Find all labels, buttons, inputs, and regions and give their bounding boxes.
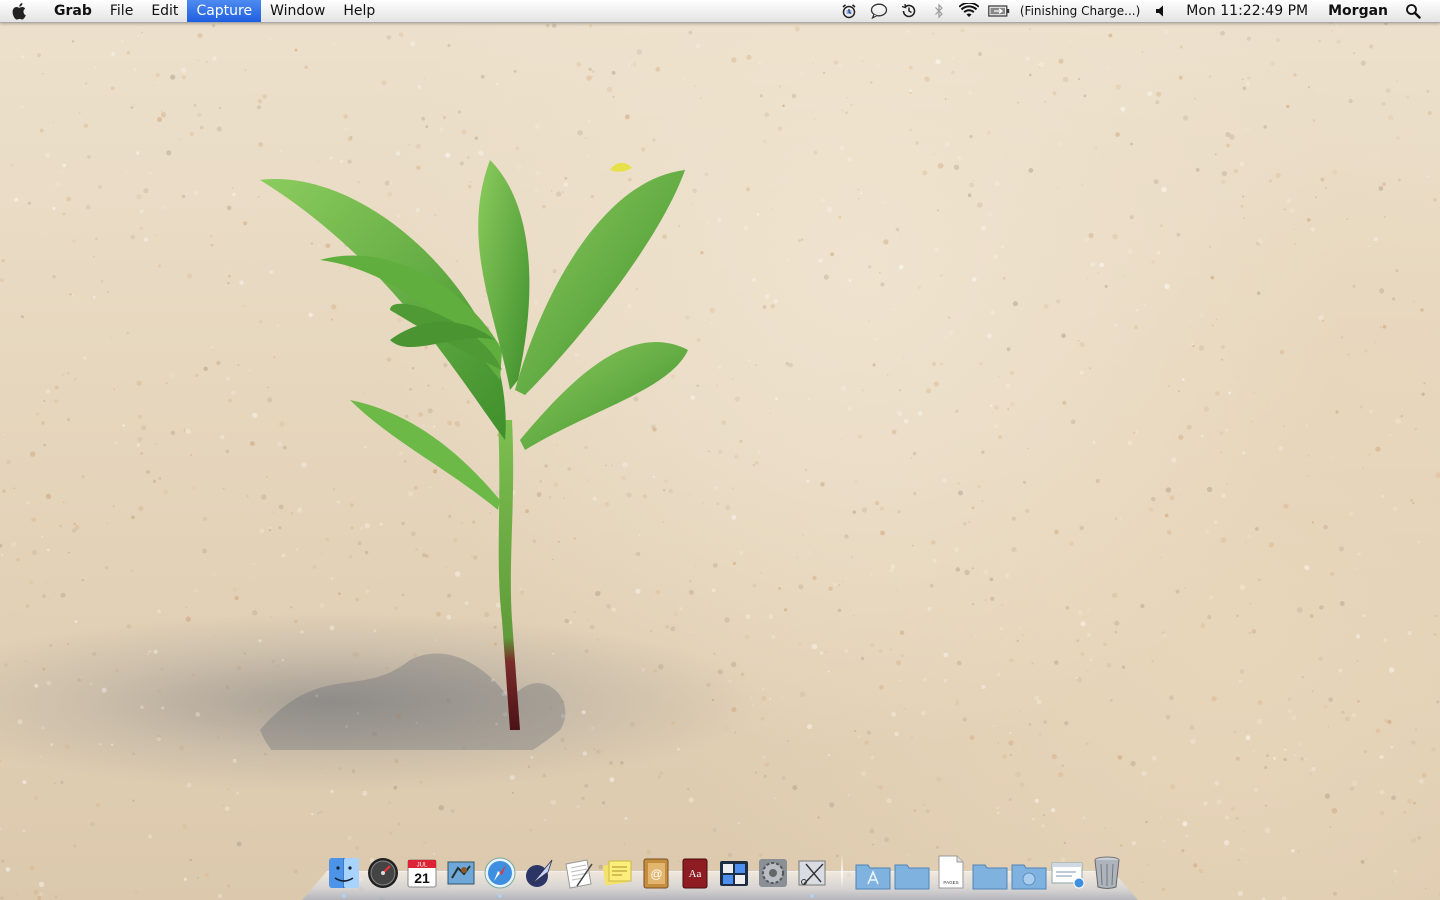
- user-account-menu[interactable]: Morgan: [1318, 3, 1398, 19]
- dock-spaces[interactable]: [716, 850, 752, 890]
- menubar-clock[interactable]: Mon 11:22:49 PM: [1176, 3, 1318, 19]
- volume-icon[interactable]: [1150, 0, 1172, 22]
- spotlight-icon[interactable]: [1402, 0, 1424, 22]
- spaces-icon: [719, 861, 748, 886]
- dock-stickies[interactable]: [599, 850, 635, 890]
- dock-finder[interactable]: [326, 850, 362, 898]
- pages-document-label: PAGES: [943, 880, 958, 885]
- calendar-icon: JUL21: [407, 859, 436, 888]
- dock-network-window[interactable]: [1050, 850, 1086, 890]
- system-preferences-icon: [758, 859, 787, 887]
- menu-app-grab[interactable]: Grab: [40, 0, 101, 22]
- network-window-icon: [1051, 862, 1084, 889]
- menu-file[interactable]: File: [101, 0, 142, 22]
- menu-window[interactable]: Window: [261, 0, 334, 22]
- folder-icon: [972, 864, 1007, 890]
- apple-logo-icon[interactable]: [0, 0, 40, 22]
- address-book-icon: @: [643, 858, 668, 889]
- dock-trash[interactable]: [1089, 850, 1125, 890]
- time-machine-icon[interactable]: [898, 0, 920, 22]
- chat-bubble-icon[interactable]: [868, 0, 890, 22]
- dock-downloads-stack[interactable]: [1011, 850, 1047, 890]
- running-indicator: [340, 894, 347, 898]
- finder-icon: [328, 858, 359, 888]
- address-book-glyph: @: [650, 867, 662, 881]
- menu-edit[interactable]: Edit: [142, 0, 187, 22]
- bluetooth-icon[interactable]: [928, 0, 950, 22]
- dock-textedit[interactable]: [560, 850, 596, 890]
- quill-app-icon: [525, 859, 552, 887]
- alarm-clock-icon[interactable]: [838, 0, 860, 22]
- menu-bar: Grab File Edit Capture Window Help (Fini…: [0, 0, 1440, 23]
- dock-dictionary[interactable]: Aa: [677, 850, 713, 890]
- pages-document-icon: PAGES: [938, 855, 963, 889]
- mail-icon: [447, 861, 474, 885]
- dock-folder-stack[interactable]: [972, 850, 1008, 890]
- calendar-day: 21: [414, 870, 430, 886]
- dock-calendar[interactable]: JUL 21: [404, 850, 440, 890]
- battery-status-text[interactable]: (Finishing Charge...): [1014, 4, 1146, 18]
- textedit-icon: [564, 859, 593, 889]
- documents-folder-icon: [894, 864, 929, 890]
- menu-capture[interactable]: Capture: [187, 0, 262, 22]
- dock-separator: [841, 854, 843, 890]
- calendar-month: JUL: [416, 863, 427, 869]
- applications-folder-icon: [855, 864, 890, 890]
- running-indicator: [496, 894, 503, 898]
- dock-documents-stack[interactable]: [894, 850, 930, 890]
- seedling-wallpaper-image: [260, 160, 688, 750]
- dock-grab[interactable]: [794, 850, 830, 898]
- dock-applications-stack[interactable]: [855, 850, 891, 890]
- dock-system-preferences[interactable]: [755, 850, 791, 890]
- dock-address-book[interactable]: @: [638, 850, 674, 890]
- grab-icon: [798, 860, 825, 886]
- dock-dashboard[interactable]: [365, 850, 401, 890]
- dictionary-glyph: Aa: [688, 868, 701, 880]
- desktop-background: Grab File Edit Capture Window Help (Fini…: [0, 0, 1440, 900]
- trash-icon: [1094, 856, 1119, 889]
- dock-pages-document[interactable]: PAGES: [933, 850, 969, 890]
- downloads-folder-icon: [1011, 864, 1046, 890]
- battery-icon[interactable]: [988, 0, 1010, 22]
- dock-mail[interactable]: [443, 850, 479, 890]
- dock-quill-app[interactable]: [521, 850, 557, 890]
- dictionary-icon: Aa: [682, 858, 707, 889]
- wifi-icon[interactable]: [958, 0, 980, 22]
- running-indicator: [808, 894, 815, 898]
- dock-safari[interactable]: [482, 850, 518, 898]
- menu-help[interactable]: Help: [334, 0, 384, 22]
- stickies-icon: [602, 860, 631, 886]
- dashboard-icon: [367, 858, 398, 888]
- safari-icon: [484, 857, 515, 889]
- sand-texture: [0, 0, 1440, 900]
- dock: JUL 21 @ Aa PAGES: [302, 846, 1138, 900]
